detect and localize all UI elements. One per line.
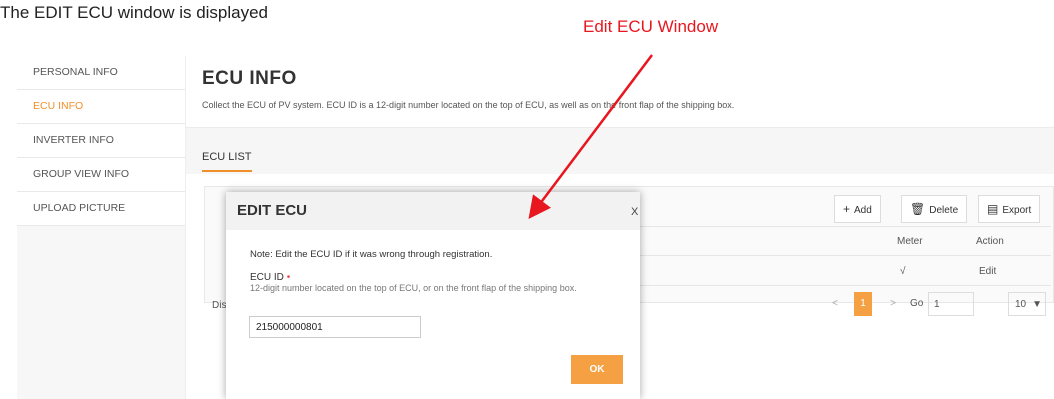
page-size-select[interactable]: 10 ▼	[1008, 292, 1046, 316]
column-header-meter: Meter	[897, 236, 923, 247]
export-icon: ▤	[987, 202, 999, 216]
go-label: Go	[910, 298, 924, 309]
ecu-id-help: 12-digit number located on the top of EC…	[250, 283, 577, 293]
tab-ecu-list[interactable]: ECU LIST	[202, 151, 252, 172]
page-description: Collect the ECU of PV system. ECU ID is …	[202, 100, 735, 110]
export-button[interactable]: ▤ Export	[978, 195, 1041, 223]
ecu-id-label: ECU ID •	[250, 272, 291, 283]
edit-ecu-dialog: EDIT ECU X Note: Edit the ECU ID if it w…	[226, 192, 640, 399]
plus-icon: +	[843, 202, 851, 216]
caret-down-icon: ▼	[1032, 299, 1043, 310]
sidebar-item-group-view-info[interactable]: GROUP VIEW INFO	[17, 158, 185, 192]
sidebar-item-ecu-info[interactable]: ECU INFO	[17, 90, 185, 124]
table-footer-text: Dis	[212, 300, 227, 311]
sidebar: PERSONAL INFO ECU INFO INVERTER INFO GRO…	[17, 56, 185, 399]
prev-page-icon[interactable]: <	[826, 292, 844, 316]
trash-icon: 🗑	[910, 202, 926, 216]
tab-bar: ECU LIST	[186, 127, 1054, 174]
caption-text: The EDIT ECU window is displayed	[0, 3, 269, 22]
page-title: ECU INFO	[202, 68, 297, 89]
column-header-action: Action	[976, 236, 1004, 247]
sidebar-item-inverter-info[interactable]: INVERTER INFO	[17, 124, 185, 158]
dialog-title: EDIT ECU	[237, 202, 308, 219]
page-button-current[interactable]: 1	[854, 292, 872, 316]
edit-link[interactable]: Edit	[979, 266, 996, 277]
annotation-label: Edit ECU Window	[583, 17, 719, 36]
delete-button[interactable]: 🗑 Delete	[901, 195, 968, 223]
ok-button[interactable]: OK	[571, 355, 623, 384]
go-page-input[interactable]: 1	[928, 292, 974, 316]
ecu-id-input[interactable]	[249, 316, 421, 338]
dialog-header: EDIT ECU X	[226, 192, 640, 230]
dialog-note: Note: Edit the ECU ID if it was wrong th…	[250, 249, 493, 260]
next-page-icon[interactable]: >	[884, 292, 902, 316]
sidebar-item-upload-picture[interactable]: UPLOAD PICTURE	[17, 192, 185, 226]
add-button[interactable]: + Add	[834, 195, 881, 223]
required-marker: •	[286, 272, 291, 283]
sidebar-item-personal-info[interactable]: PERSONAL INFO	[17, 56, 185, 90]
meter-check-icon: √	[900, 266, 906, 277]
close-button[interactable]: X	[631, 206, 638, 218]
